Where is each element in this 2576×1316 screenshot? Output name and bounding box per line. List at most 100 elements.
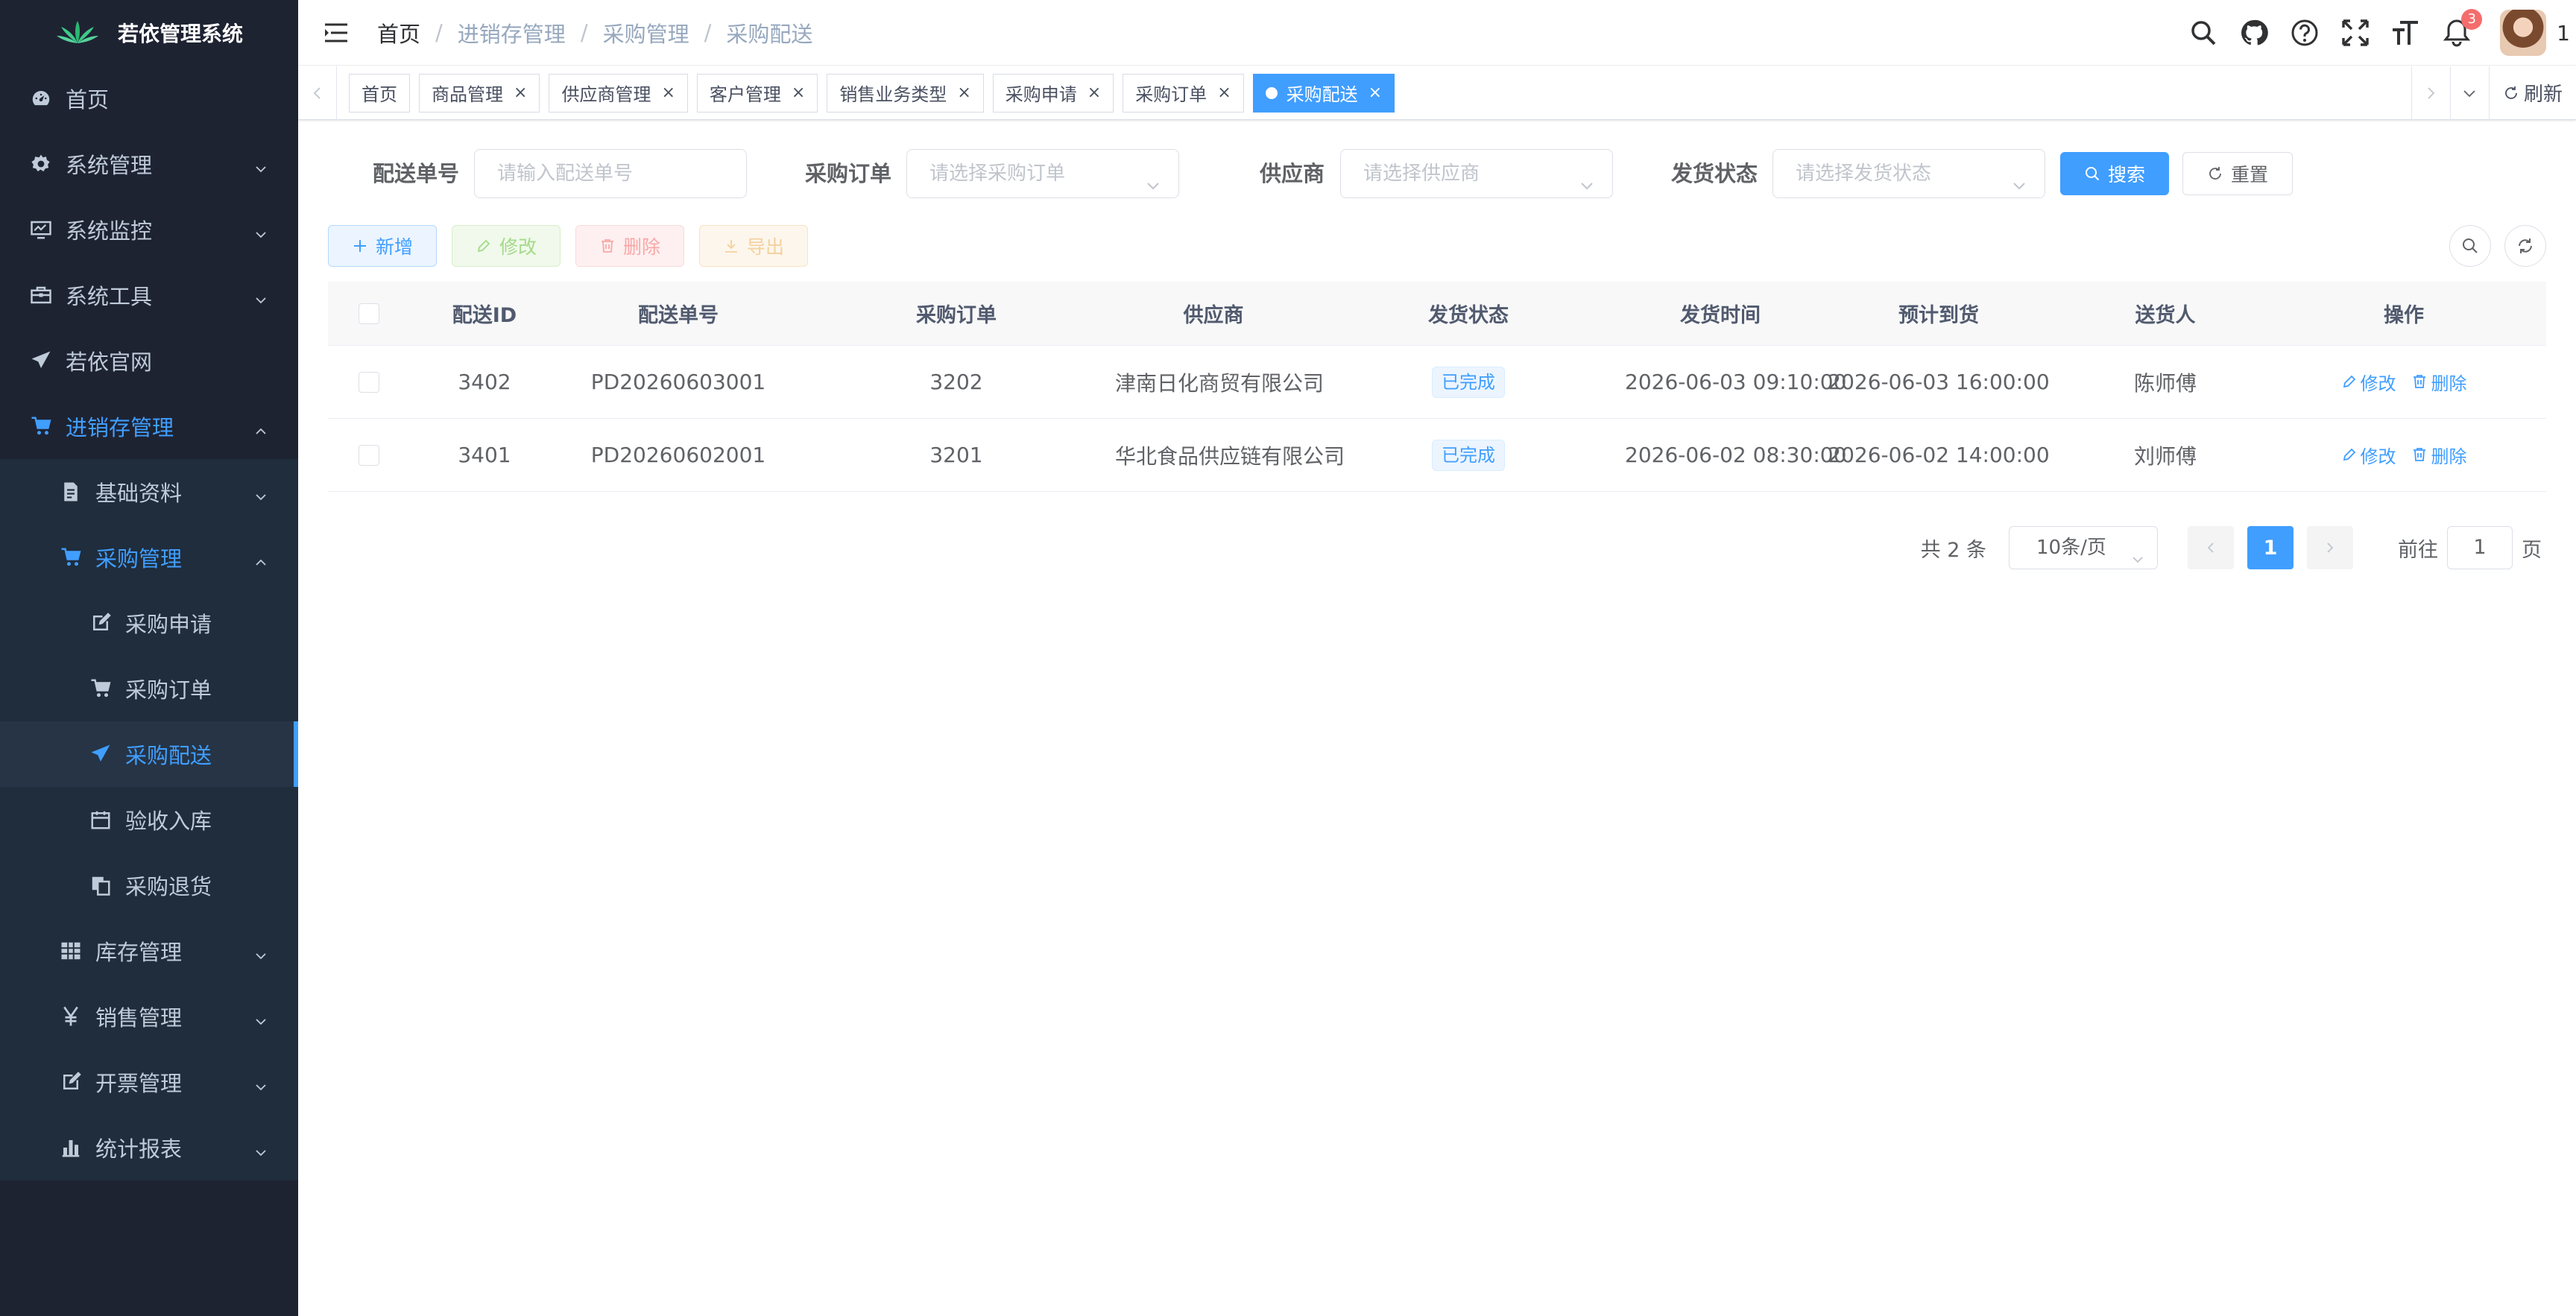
row-delete-label: 删除 [2431, 446, 2467, 467]
tags-dropdown[interactable] [2449, 66, 2489, 120]
sidebar-item-basic-data[interactable]: 基础资料 [0, 459, 298, 525]
tag-item[interactable]: 销售业务类型 × [827, 73, 984, 113]
table-row[interactable]: 3401 PD20260602001 3201 华北食品供应链有限公司 已完成 … [328, 419, 2546, 492]
chevron-left-icon [313, 86, 321, 99]
close-icon[interactable]: × [1217, 83, 1231, 102]
chevron-down-icon [253, 1075, 268, 1091]
avatar[interactable] [2500, 10, 2547, 56]
page-size-select[interactable]: 10条/页 [2009, 526, 2158, 569]
reset-button[interactable]: 重置 [2182, 152, 2293, 195]
select-all-checkbox[interactable] [359, 303, 379, 324]
fullscreen-icon[interactable] [2340, 18, 2370, 48]
chevron-down-icon [253, 222, 268, 238]
tag-home[interactable]: 首页 [349, 73, 410, 113]
po-select[interactable]: 请选择采购订单 [906, 149, 1179, 198]
tag-item-active[interactable]: 采购配送 × [1252, 73, 1395, 113]
sidebar-item-system[interactable]: 系统管理 [0, 131, 298, 197]
sidebar-item-receiving[interactable]: 验收入库 [0, 787, 298, 852]
tags-scroll-left[interactable] [298, 66, 337, 120]
status-select[interactable]: 请选择发货状态 [1772, 149, 2045, 198]
goto-suffix: 页 [2522, 538, 2542, 562]
row-delete-link[interactable]: 删除 [2411, 369, 2466, 395]
sidebar-item-tools[interactable]: 系统工具 [0, 262, 298, 328]
close-icon[interactable]: × [661, 83, 675, 102]
sidebar-item-monitor[interactable]: 系统监控 [0, 197, 298, 262]
sidebar-item-purchase-order[interactable]: 采购订单 [0, 656, 298, 721]
help-icon[interactable] [2290, 18, 2320, 48]
close-icon[interactable]: × [1087, 83, 1101, 102]
paper-plane-icon [30, 349, 52, 372]
tags-refresh-button[interactable]: 刷新 [2488, 66, 2576, 120]
font-size-icon[interactable] [2391, 18, 2421, 48]
sidebar-item-sales[interactable]: 销售管理 [0, 984, 298, 1049]
user-name[interactable]: 1 [2557, 21, 2570, 45]
sidebar-item-ruoyi-site[interactable]: 若依官网 [0, 328, 298, 393]
column-header: 发货状态 [1428, 304, 1509, 327]
edit-icon [60, 1071, 82, 1093]
close-icon[interactable]: × [957, 83, 970, 102]
refresh-table-button[interactable] [2504, 225, 2546, 267]
github-icon[interactable] [2239, 18, 2269, 48]
goto-page-input[interactable]: 1 [2447, 526, 2513, 569]
supplier-placeholder: 请选择供应商 [1363, 162, 1480, 185]
bell-icon[interactable]: 3 [2442, 9, 2483, 48]
row-edit-link[interactable]: 修改 [2341, 369, 2396, 395]
column-header: 配送ID [452, 304, 517, 327]
tag-item[interactable]: 采购订单 × [1123, 73, 1244, 113]
row-checkbox[interactable] [359, 444, 379, 466]
bar-chart-icon [60, 1136, 82, 1159]
column-header: 配送单号 [638, 304, 719, 327]
chevron-up-icon [253, 419, 268, 434]
add-button[interactable]: 新增 [328, 225, 437, 267]
tag-label: 首页 [362, 84, 397, 105]
row-edit-label: 修改 [2360, 446, 2396, 467]
sidebar-item-home[interactable]: 首页 [0, 66, 298, 131]
page-number-current[interactable]: 1 [2247, 526, 2294, 569]
prev-page-button[interactable] [2188, 526, 2234, 569]
close-icon[interactable]: × [514, 83, 527, 102]
delivery-no-label: 配送单号 [373, 161, 460, 186]
sidebar-item-purchase-delivery[interactable]: 采购配送 [0, 721, 298, 787]
row-actions: 修改 删除 [2269, 369, 2539, 396]
sidebar-item-purchase-return[interactable]: 采购退货 [0, 852, 298, 918]
tag-item[interactable]: 采购申请 × [992, 73, 1114, 113]
close-icon[interactable]: × [792, 83, 805, 102]
breadcrumb-item[interactable]: 首页 [377, 17, 420, 48]
row-delete-link[interactable]: 删除 [2411, 442, 2466, 468]
supplier: 津南日化商贸有限公司 [1115, 370, 1325, 396]
delivery-no-input[interactable]: 请输入配送单号 [474, 149, 747, 198]
next-page-button[interactable] [2307, 526, 2353, 569]
tag-item[interactable]: 客户管理 × [696, 73, 818, 113]
tag-item[interactable]: 供应商管理 × [549, 73, 688, 113]
sidebar-item-invoice[interactable]: 开票管理 [0, 1049, 298, 1115]
tag-item[interactable]: 商品管理 × [419, 73, 540, 113]
column-header: 采购订单 [916, 304, 997, 327]
export-button[interactable]: 导出 [699, 225, 808, 267]
column-header: 供应商 [1183, 304, 1244, 327]
edit-button[interactable]: 修改 [452, 225, 561, 267]
close-icon[interactable]: × [1368, 83, 1382, 102]
logo[interactable]: 若依管理系统 [0, 0, 298, 66]
delivery-table: 配送ID 配送单号 采购订单 供应商 发货状态 发货时间 预计到货 送货人 操作… [328, 282, 2546, 492]
gear-icon [30, 153, 52, 175]
delete-button[interactable]: 删除 [575, 225, 684, 267]
table-row[interactable]: 3402 PD20260603001 3202 津南日化商贸有限公司 已完成 2… [328, 346, 2546, 419]
search-button[interactable]: 搜索 [2060, 152, 2169, 195]
row-edit-link[interactable]: 修改 [2341, 442, 2396, 468]
supplier: 华北食品供应链有限公司 [1115, 443, 1345, 469]
hamburger-icon[interactable] [323, 20, 349, 45]
sidebar-item-purchase[interactable]: 采购管理 [0, 525, 298, 590]
row-checkbox[interactable] [359, 371, 379, 393]
tags-scroll-right[interactable] [2411, 66, 2450, 120]
search-icon[interactable] [2188, 18, 2218, 48]
chevron-down-icon [253, 1140, 268, 1157]
sidebar-item-stock[interactable]: 库存管理 [0, 918, 298, 984]
sidebar-item-purchase-request[interactable]: 采购申请 [0, 590, 298, 656]
supplier-select[interactable]: 请选择供应商 [1340, 149, 1613, 198]
edit-icon [2343, 448, 2355, 461]
sidebar-item-label: 基础资料 [95, 481, 183, 506]
toggle-search-button[interactable] [2449, 225, 2491, 267]
sidebar-item-inventory[interactable]: 进销存管理 [0, 393, 298, 459]
edit-icon [477, 239, 490, 253]
sidebar-item-reports[interactable]: 统计报表 [0, 1115, 298, 1180]
